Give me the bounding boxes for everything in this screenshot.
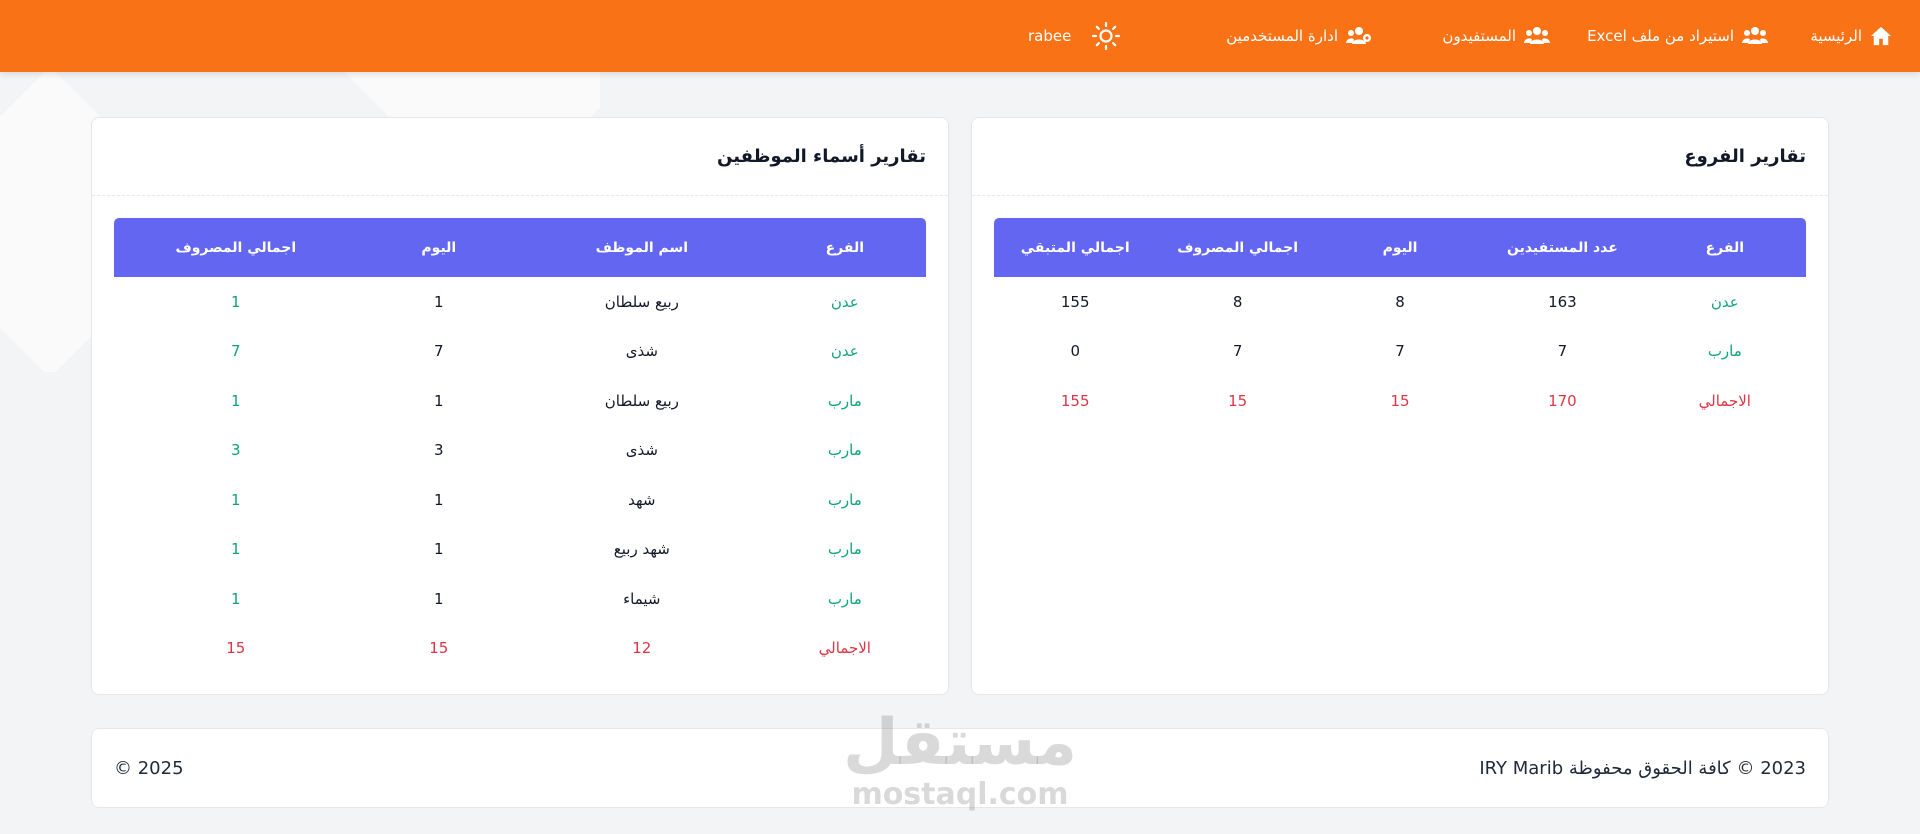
today-cell: 7 [434,342,444,361]
total-spent-cell: 15 [1228,391,1248,410]
table-row: مارب ربيع سلطان 1 1 [114,376,926,426]
table-row: مارب شيماء 1 1 [114,574,926,624]
branch-cell: مارب [827,540,862,559]
nav-beneficiaries[interactable]: المستفيدون [1442,0,1550,72]
branches-report-title: تقارير الفروع [972,118,1828,196]
today-cell: 1 [434,540,444,559]
table-row: مارب 7 7 7 0 [994,327,1806,377]
users-icon [1524,27,1550,44]
total-remaining-cell: 155 [1060,292,1090,311]
beneficiaries-count-cell: 7 [1557,342,1568,361]
branch-cell: عدن [1710,292,1739,311]
total-row: الاجمالي 170 15 15 155 [994,376,1806,426]
employee-name-cell: شيماء [623,589,661,608]
total-label-cell: الاجمالي [818,639,871,658]
theme-toggle-sun-icon[interactable] [1091,21,1121,51]
branch-cell: عدن [830,292,859,311]
employees-report-card: تقارير أسماء الموظفين الفرع اسم الموظف ا… [91,117,949,695]
total-spent-cell: 15 [226,639,246,658]
column-header: عدد المستفيدين [1481,218,1644,277]
nav-user-management[interactable]: ادارة المستخدمين [1226,0,1372,72]
total-spent-cell: 7 [231,342,241,361]
table-row: مارب شذى 3 3 [114,426,926,476]
employee-name-cell: شهد [628,490,656,509]
branch-cell: مارب [827,589,862,608]
today-cell: 1 [434,589,444,608]
branch-cell: مارب [827,490,862,509]
table-row: مارب شهد 1 1 [114,475,926,525]
column-header: اليوم [1318,218,1482,277]
column-header: اجمالي المصروف [114,218,358,277]
total-spent-cell: 8 [1232,292,1243,311]
total-row: الاجمالي 12 15 15 [114,624,926,674]
total-spent-cell: 1 [231,292,241,311]
home-icon [1871,26,1891,46]
total-remaining-cell: 0 [1070,342,1080,361]
today-cell: 1 [434,292,444,311]
username[interactable]: rabee [1028,27,1071,45]
column-header: اسم الموظف [520,218,764,277]
top-navbar: الرئيسية استيراد من ملف Excel المستفيدون [0,0,1920,72]
employee-name-cell: ربيع سلطان [604,391,679,410]
branch-cell: عدن [830,342,859,361]
total-employees-cell: 12 [632,639,652,658]
today-cell: 1 [434,391,444,410]
total-beneficiaries-cell: 170 [1548,391,1577,410]
column-header: اجمالي المصروف [1156,218,1319,277]
branches-table: الفرع عدد المستفيدين اليوم اجمالي المصرو… [994,218,1806,426]
table-row: عدن ربيع سلطان 1 1 [114,277,926,327]
total-label-cell: الاجمالي [1698,391,1751,410]
total-spent-cell: 1 [231,490,241,509]
column-header: الفرع [1643,218,1806,277]
users-icon [1742,27,1768,44]
total-spent-cell: 3 [231,441,241,460]
total-today-cell: 15 [429,639,449,658]
branch-cell: مارب [827,441,862,460]
footer-year: © 2025 [114,757,184,779]
nav-home-label: الرئيسية [1810,27,1862,45]
total-spent-cell: 1 [231,589,241,608]
column-header: الفرع [763,218,926,277]
nav-home[interactable]: الرئيسية [1810,0,1892,72]
employee-name-cell: شذى [625,342,658,361]
branch-cell: مارب [827,391,862,410]
nav-users-label: ادارة المستخدمين [1226,27,1338,45]
user-cog-icon [1346,27,1371,44]
column-header: اليوم [357,218,521,277]
total-remaining-cell: 155 [1060,391,1090,410]
today-cell: 1 [434,490,444,509]
nav-import-excel[interactable]: استيراد من ملف Excel [1587,0,1768,72]
total-today-cell: 15 [1390,391,1410,410]
employee-name-cell: ربيع سلطان [604,292,679,311]
nav-beneficiaries-label: المستفيدون [1442,27,1516,45]
employees-report-title: تقارير أسماء الموظفين [92,118,948,196]
today-cell: 8 [1395,292,1405,311]
branches-report-card: تقارير الفروع الفرع عدد المستفيدين اليوم… [971,117,1829,695]
page-footer: 2023 © كافة الحقوق محفوظة IRY Marib © 20… [91,728,1829,808]
user-menu[interactable]: rabee [1028,0,1121,72]
nav-import-label: استيراد من ملف Excel [1587,27,1734,45]
today-cell: 3 [434,441,444,460]
branch-cell: مارب [1707,342,1742,361]
table-row: مارب شهد ربيع 1 1 [114,525,926,575]
footer-copyright: 2023 © كافة الحقوق محفوظة IRY Marib [1479,757,1806,779]
employee-name-cell: شذى [625,441,658,460]
employees-table: الفرع اسم الموظف اليوم اجمالي المصروف عد… [114,218,926,673]
table-row: عدن 163 8 8 155 [994,277,1806,327]
table-row: عدن شذى 7 7 [114,327,926,377]
total-spent-cell: 7 [1232,342,1243,361]
today-cell: 7 [1395,342,1405,361]
employee-name-cell: شهد ربيع [613,540,670,559]
column-header: اجمالي المتبقي [994,218,1157,277]
beneficiaries-count-cell: 163 [1548,292,1577,311]
total-spent-cell: 1 [231,540,241,559]
total-spent-cell: 1 [231,391,241,410]
